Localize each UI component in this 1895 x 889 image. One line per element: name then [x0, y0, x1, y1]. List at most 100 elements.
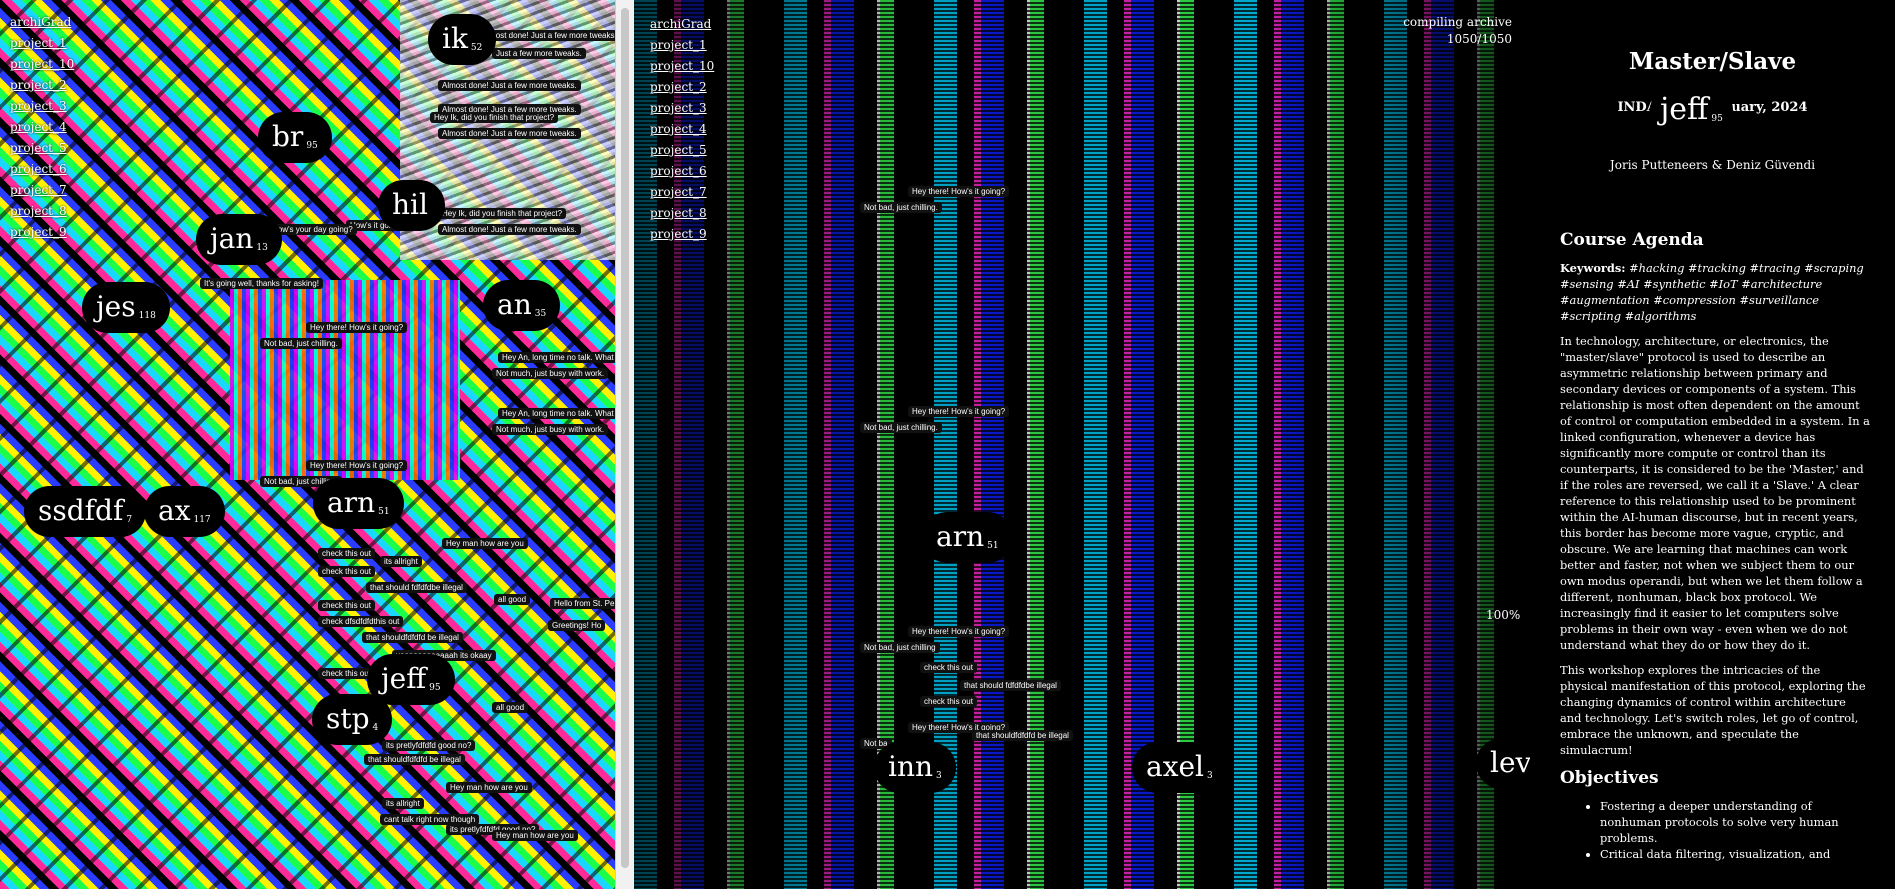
user-bubble[interactable]: br 95: [258, 112, 332, 163]
chat-message: that shouldfdfdfd be illegal: [364, 754, 465, 765]
user-bubble[interactable]: arn 51: [922, 512, 1013, 563]
nav-archigrad[interactable]: archiGrad: [650, 14, 714, 35]
nav-project-5[interactable]: project_5: [10, 138, 74, 159]
nav-project-3[interactable]: project_3: [10, 96, 74, 117]
chat-message: check dfsdfdfdthis out: [318, 616, 404, 627]
user-count: 117: [193, 515, 211, 525]
user-bubble[interactable]: jan 13: [196, 214, 282, 265]
nav-project-6[interactable]: project_6: [10, 159, 74, 180]
nav-project-4[interactable]: project_4: [650, 119, 714, 140]
user-name: arn: [936, 520, 985, 553]
chat-message: Almost done! Just a few more tweaks.: [478, 30, 615, 41]
chat-message: check this out: [318, 566, 375, 577]
nav-project-8[interactable]: project_8: [650, 203, 714, 224]
user-name: ik: [442, 22, 468, 55]
user-count: 51: [378, 507, 390, 517]
nav-project-8[interactable]: project_8: [10, 201, 74, 222]
user-count: 95: [306, 141, 318, 151]
nav-project-9[interactable]: project_9: [10, 222, 74, 243]
user-name: inn: [888, 750, 934, 783]
chat-message: Not bad, just chilling: [860, 642, 940, 653]
user-name: br: [272, 120, 304, 153]
chat-message: check this out: [920, 696, 977, 707]
chat-message: Hey An, long time no talk. What: [498, 408, 615, 419]
chat-message: It's going well, thanks for asking!: [200, 278, 323, 289]
chat-message: check this out: [920, 662, 977, 673]
user-name: axel: [1146, 750, 1205, 783]
chat-message: Hey man how are you: [446, 782, 532, 793]
nav-project-3[interactable]: project_3: [650, 98, 714, 119]
chat-message: Not bad, just chilling.: [860, 422, 942, 433]
user-bubble[interactable]: axel 3: [1132, 742, 1227, 793]
user-bubble[interactable]: jeff 95: [1650, 88, 1733, 131]
chat-message: all good: [492, 702, 529, 713]
chat-message: check this out: [318, 600, 375, 611]
nav-project-9[interactable]: project_9: [650, 224, 714, 245]
agenda-heading: Course Agenda: [1560, 230, 1704, 250]
keywords-paragraph: Keywords: #hacking #tracking #tracing #s…: [1560, 260, 1870, 324]
course-title: Master/Slave: [1628, 48, 1797, 75]
user-bubble[interactable]: arn 51: [313, 478, 404, 529]
chat-message: check this out: [318, 548, 375, 559]
user-count: 13: [256, 243, 268, 253]
user-count: 3: [936, 771, 942, 781]
chat-message: its allright: [380, 556, 422, 567]
user-count: 4: [372, 723, 379, 733]
nav-project-5[interactable]: project_5: [650, 140, 714, 161]
nav-archigrad[interactable]: archiGrad: [10, 12, 74, 33]
user-name: stp: [326, 702, 370, 735]
user-count: 95: [429, 683, 441, 693]
nav-project-10[interactable]: project_10: [650, 56, 714, 77]
chat-message: Hey there! How's it going?: [908, 626, 1010, 637]
nav-project-1[interactable]: project_1: [650, 35, 714, 56]
objective-item: Critical data filtering, visualization, …: [1600, 846, 1870, 862]
user-count: 118: [138, 311, 156, 321]
chat-message: its pretlyfdfdfd good no?: [382, 740, 476, 751]
nav-project-1[interactable]: project_1: [10, 33, 74, 54]
chat-message: Hey man how are you: [492, 830, 578, 841]
nav-project-2[interactable]: project_2: [10, 75, 74, 96]
user-count: 95: [1711, 114, 1723, 124]
nav-project-7[interactable]: project_7: [10, 180, 74, 201]
archive-status: compiling archive 1050/1050: [1403, 14, 1512, 48]
keywords-label: Keywords:: [1560, 261, 1626, 275]
user-bubble[interactable]: lev3: [1476, 738, 1530, 789]
user-name: jan: [210, 222, 254, 255]
chat-message: Hey there! How's it going?: [306, 460, 408, 471]
user-bubble[interactable]: stp 4: [312, 694, 393, 745]
user-bubble[interactable]: jes 118: [82, 282, 170, 333]
user-bubble[interactable]: an 35: [483, 280, 561, 331]
archive-count: 1050/1050: [1446, 32, 1512, 46]
user-count: 7: [126, 515, 133, 525]
nav-project-10[interactable]: project_10: [10, 54, 74, 75]
nav-project-6[interactable]: project_6: [650, 161, 714, 182]
nav-project-4[interactable]: project_4: [10, 117, 74, 138]
user-name: arn: [327, 486, 376, 519]
user-bubble[interactable]: ax 117: [144, 486, 225, 537]
vertical-scrollbar[interactable]: [615, 0, 635, 889]
user-name: lev: [1490, 746, 1530, 779]
scrollbar-thumb[interactable]: [621, 8, 629, 868]
nav-project-7[interactable]: project_7: [650, 182, 714, 203]
user-count: 52: [470, 43, 483, 53]
user-name: ax: [158, 494, 191, 527]
chat-message: Almost done! Just a few more tweaks.: [438, 80, 581, 91]
user-bubble[interactable]: ssdfdf 7: [24, 486, 147, 537]
user-bubble[interactable]: inn 3: [874, 742, 956, 793]
nav-project-2[interactable]: project_2: [650, 77, 714, 98]
chat-message: Hey there! How's it going?: [908, 406, 1010, 417]
chat-message: Hey Ik, did you finish that project?: [438, 208, 567, 219]
chat-message: Hey there! How's it going?: [908, 186, 1010, 197]
chat-message: all good: [494, 594, 531, 605]
course-authors: Joris Putteneers & Deniz Güvendi: [1609, 158, 1816, 172]
chat-message: Not much, just busy with work.: [492, 368, 609, 379]
user-bubble[interactable]: ik 52: [428, 14, 497, 65]
course-panel: Master/Slave INDA DEX f January, 2024 02…: [1530, 0, 1895, 889]
chat-message: that shouldfdfdfd be illegal: [362, 632, 463, 643]
chat-message: Hey Ik, did you finish that project?: [430, 112, 559, 123]
chat-message: that should fdfdfdbe illegal: [960, 680, 1061, 691]
chat-message: Hey there! How's it going?: [306, 322, 408, 333]
objectives-list: Fostering a deeper understanding of nonh…: [1560, 798, 1870, 862]
objective-item: Fostering a deeper understanding of nonh…: [1600, 798, 1870, 846]
user-bubble[interactable]: hil: [378, 180, 445, 231]
